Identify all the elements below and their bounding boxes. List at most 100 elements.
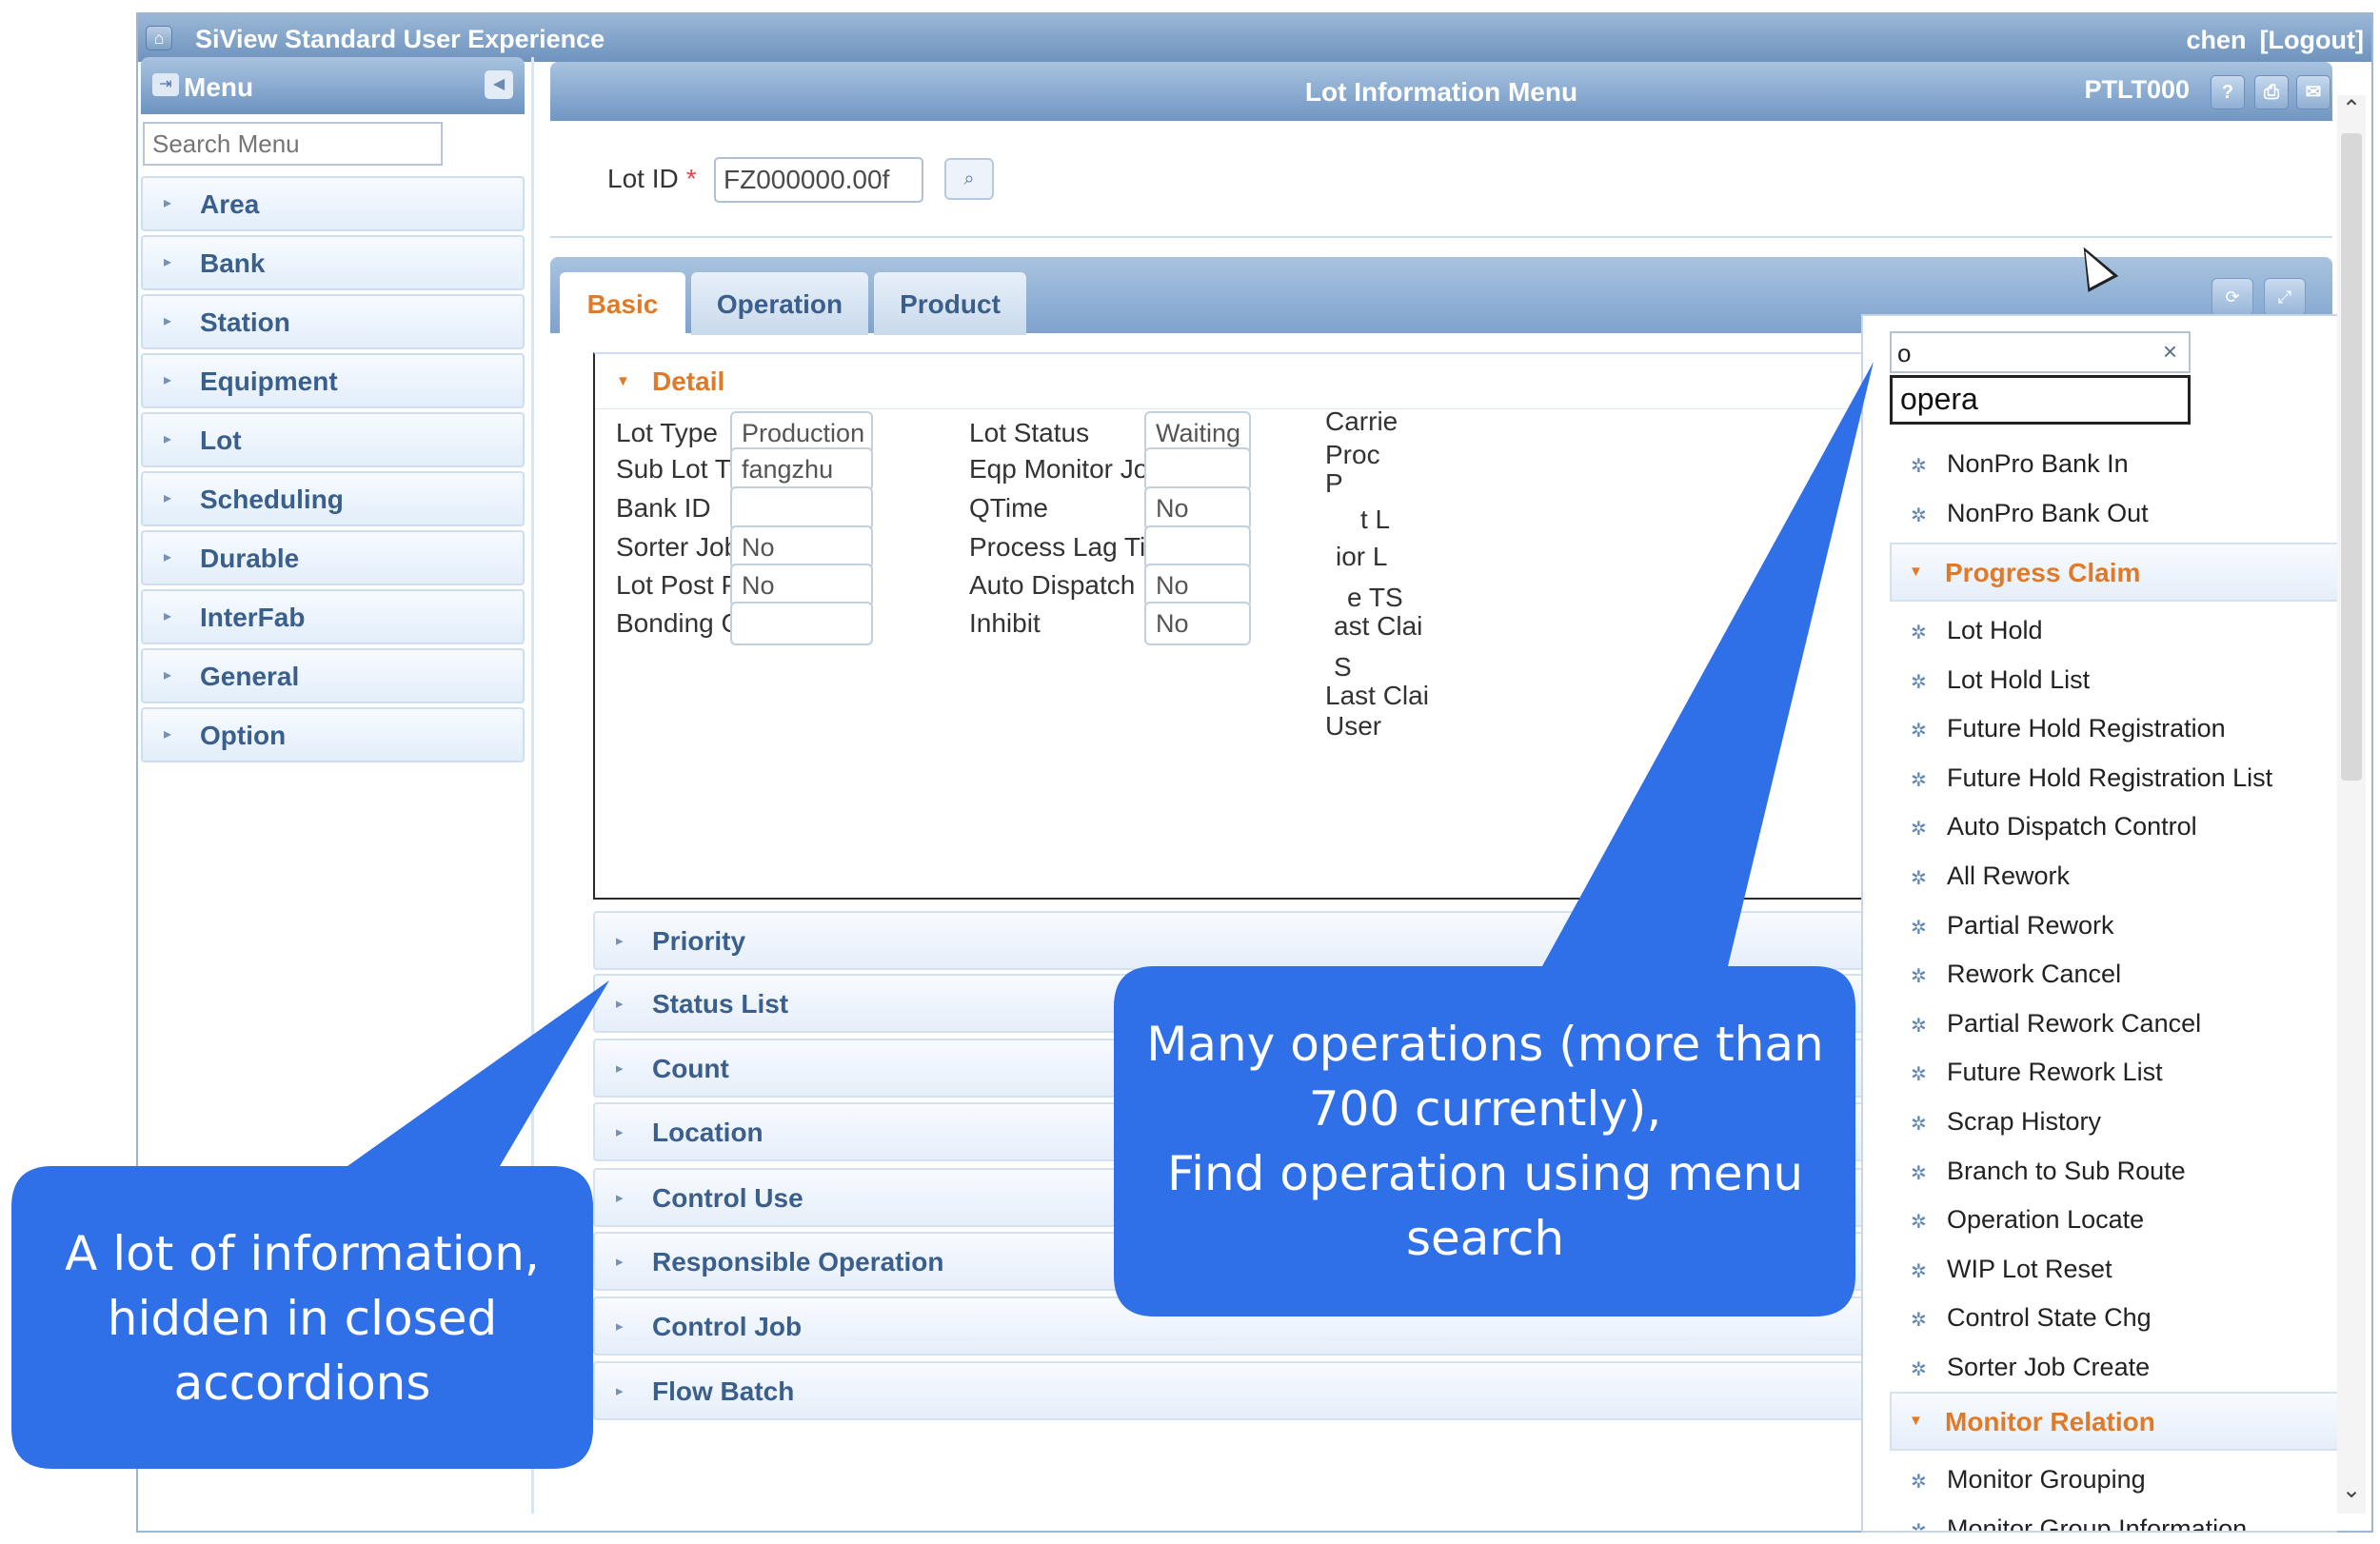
dropdown-menu-item[interactable]: ✲ Rework Cancel: [1911, 960, 2121, 989]
dropdown-item-label: Lot Hold List: [1947, 664, 2091, 694]
dropdown-menu-item[interactable]: ✲ Scrap History: [1911, 1107, 2101, 1137]
dropdown-search-input[interactable]: o ×: [1890, 331, 2191, 373]
dropdown-menu-item[interactable]: ✲ Partial Rework Cancel: [1911, 1009, 2201, 1039]
dropdown-item-label: Future Hold Registration: [1947, 714, 2226, 743]
gear-icon: ✲: [1911, 917, 1927, 939]
required-marker: *: [685, 164, 697, 193]
menu-item-lot[interactable]: ▸ Lot: [141, 412, 525, 467]
dropdown-menu-item[interactable]: ✲ Future Hold Registration: [1911, 714, 2226, 743]
menu-item-label: Station: [200, 307, 290, 337]
chevron-right-icon: ▸: [616, 933, 624, 949]
refresh-icon[interactable]: ⟳: [2211, 278, 2253, 316]
scroll-down-icon[interactable]: ⌄: [2342, 1476, 2361, 1504]
mail-icon[interactable]: ✉: [2296, 75, 2330, 109]
group-progress-claim[interactable]: ▼ Progress Claim: [1890, 543, 2337, 602]
lot-id-input[interactable]: FZ000000.00f: [714, 157, 923, 203]
divider: [550, 236, 2332, 238]
dropdown-menu-item[interactable]: ✲ Sorter Job Create: [1911, 1353, 2150, 1382]
dropdown-menu-item[interactable]: ✲ NonPro Bank Out: [1911, 499, 2149, 528]
field-label: Bank ID: [616, 493, 711, 523]
logout-link[interactable]: [Logout]: [2260, 26, 2364, 54]
search-menu-input[interactable]: [143, 122, 443, 166]
scroll-thumb[interactable]: [2341, 133, 2362, 781]
tab-product[interactable]: Product: [874, 272, 1026, 335]
dropdown-item-label: Branch to Sub Route: [1947, 1156, 2186, 1185]
chevron-right-icon: ▸: [164, 549, 172, 565]
accordion-label: Priority: [652, 926, 746, 956]
field-label: Eqp Monitor Job: [969, 454, 1163, 484]
clipped-field-label: ior L: [1336, 542, 1388, 571]
home-icon[interactable]: ⌂: [146, 26, 172, 50]
dropdown-item-label: WIP Lot Reset: [1947, 1254, 2112, 1283]
menu-item-general[interactable]: ▸ General: [141, 648, 525, 703]
menu-item-option[interactable]: ▸ Option: [141, 707, 525, 762]
gear-icon: ✲: [1911, 1212, 1927, 1234]
menu-icon: ⇥: [152, 73, 179, 96]
clipped-field-label: ast Clai: [1334, 611, 1423, 641]
dropdown-menu-item[interactable]: ✲ Future Hold Registration List: [1911, 763, 2272, 793]
dropdown-menu-item[interactable]: ✲ Control State Chg: [1911, 1303, 2152, 1333]
menu-item-label: InterFab: [200, 603, 306, 632]
field-label: Inhibit: [969, 608, 1041, 638]
dropdown-menu-item[interactable]: ✲ Operation Locate: [1911, 1205, 2144, 1235]
dropdown-item-label: Monitor Group Information: [1947, 1514, 2248, 1533]
search-icon[interactable]: ⌕: [944, 158, 994, 200]
tab-operation[interactable]: Operation: [691, 272, 868, 335]
dropdown-menu-item[interactable]: ✲ Future Rework List: [1911, 1058, 2163, 1087]
gear-icon: ✲: [1911, 721, 1927, 742]
dropdown-menu-item[interactable]: ✲ Monitor Group Information: [1911, 1514, 2248, 1533]
field-value-box: No: [1144, 486, 1251, 530]
clipped-field-label: Last Clai: [1325, 681, 1429, 710]
dropdown-search-value: o: [1897, 339, 1912, 367]
dropdown-menu-item[interactable]: ✲ Partial Rework: [1911, 911, 2114, 940]
dropdown-menu-item[interactable]: ✲ Auto Dispatch Control: [1911, 812, 2197, 841]
dropdown-menu-item[interactable]: ✲ Lot Hold: [1911, 616, 2043, 645]
scroll-up-icon[interactable]: ⌃: [2342, 95, 2361, 123]
menu-item-equipment[interactable]: ▸ Equipment: [141, 353, 525, 408]
dropdown-menu-item[interactable]: ✲ All Rework: [1911, 861, 2070, 891]
chevron-down-icon: ▼: [1909, 1413, 1923, 1429]
menu-search-dropdown: o × opera ✲ NonPro Bank In ✲ NonPro Bank Ou…: [1861, 314, 2337, 1533]
autocomplete-suggestion[interactable]: opera: [1890, 375, 2191, 425]
dropdown-menu-item[interactable]: ✲ WIP Lot Reset: [1911, 1255, 2112, 1284]
chevron-right-icon: ▸: [616, 1124, 624, 1140]
dropdown-item-label: NonPro Bank In: [1947, 449, 2129, 478]
menu-item-durable[interactable]: ▸ Durable: [141, 530, 525, 585]
print-icon[interactable]: ⎙: [2254, 75, 2289, 109]
group-monitor-relation[interactable]: ▼ Monitor Relation: [1890, 1392, 2337, 1451]
chevron-right-icon: ▸: [616, 1383, 624, 1399]
tab-basic[interactable]: Basic: [560, 272, 685, 335]
menu-item-label: Durable: [200, 544, 300, 573]
chevron-right-icon: ▸: [164, 372, 172, 388]
screen-code: PTLT000: [2084, 75, 2190, 104]
clipped-field-label: Proc: [1325, 440, 1380, 469]
chevron-right-icon: ▸: [164, 195, 172, 211]
gear-icon: ✲: [1911, 1064, 1927, 1086]
clear-icon[interactable]: ×: [2163, 337, 2177, 366]
clipped-field-label: t L: [1360, 505, 1391, 534]
collapse-menu-button[interactable]: ◀: [485, 70, 513, 99]
dropdown-item-label: Lot Hold: [1947, 616, 2043, 644]
help-icon[interactable]: ?: [2211, 75, 2245, 109]
page-scrollbar[interactable]: ⌃ ⌄: [2337, 95, 2366, 1514]
menu-item-interfab[interactable]: ▸ InterFab: [141, 589, 525, 644]
chevron-down-icon: ▼: [1909, 564, 1923, 580]
field-label: Lot Type: [616, 418, 718, 447]
dropdown-menu-item[interactable]: ✲ NonPro Bank In: [1911, 449, 2129, 479]
dropdown-menu-item[interactable]: ✲ Branch to Sub Route: [1911, 1157, 2186, 1186]
dropdown-item-label: Operation Locate: [1947, 1205, 2145, 1235]
field-value-box: No: [1144, 602, 1251, 645]
app-title: SiView Standard User Experience: [195, 25, 605, 53]
menu-item-station[interactable]: ▸ Station: [141, 294, 525, 349]
gear-icon: ✲: [1911, 1260, 1927, 1282]
gear-icon: ✲: [1911, 456, 1927, 477]
dropdown-menu-item[interactable]: ✲ Monitor Grouping: [1911, 1465, 2146, 1495]
expand-icon[interactable]: ⤢: [2264, 278, 2306, 316]
lot-id-text: Lot ID: [607, 164, 679, 193]
menu-item-label: Area: [200, 189, 260, 219]
menu-item-bank[interactable]: ▸ Bank: [141, 235, 525, 290]
clipped-field-label: S: [1334, 652, 1352, 682]
menu-item-area[interactable]: ▸ Area: [141, 176, 525, 231]
dropdown-menu-item[interactable]: ✲ Lot Hold List: [1911, 665, 2090, 695]
menu-item-scheduling[interactable]: ▸ Scheduling: [141, 471, 525, 526]
